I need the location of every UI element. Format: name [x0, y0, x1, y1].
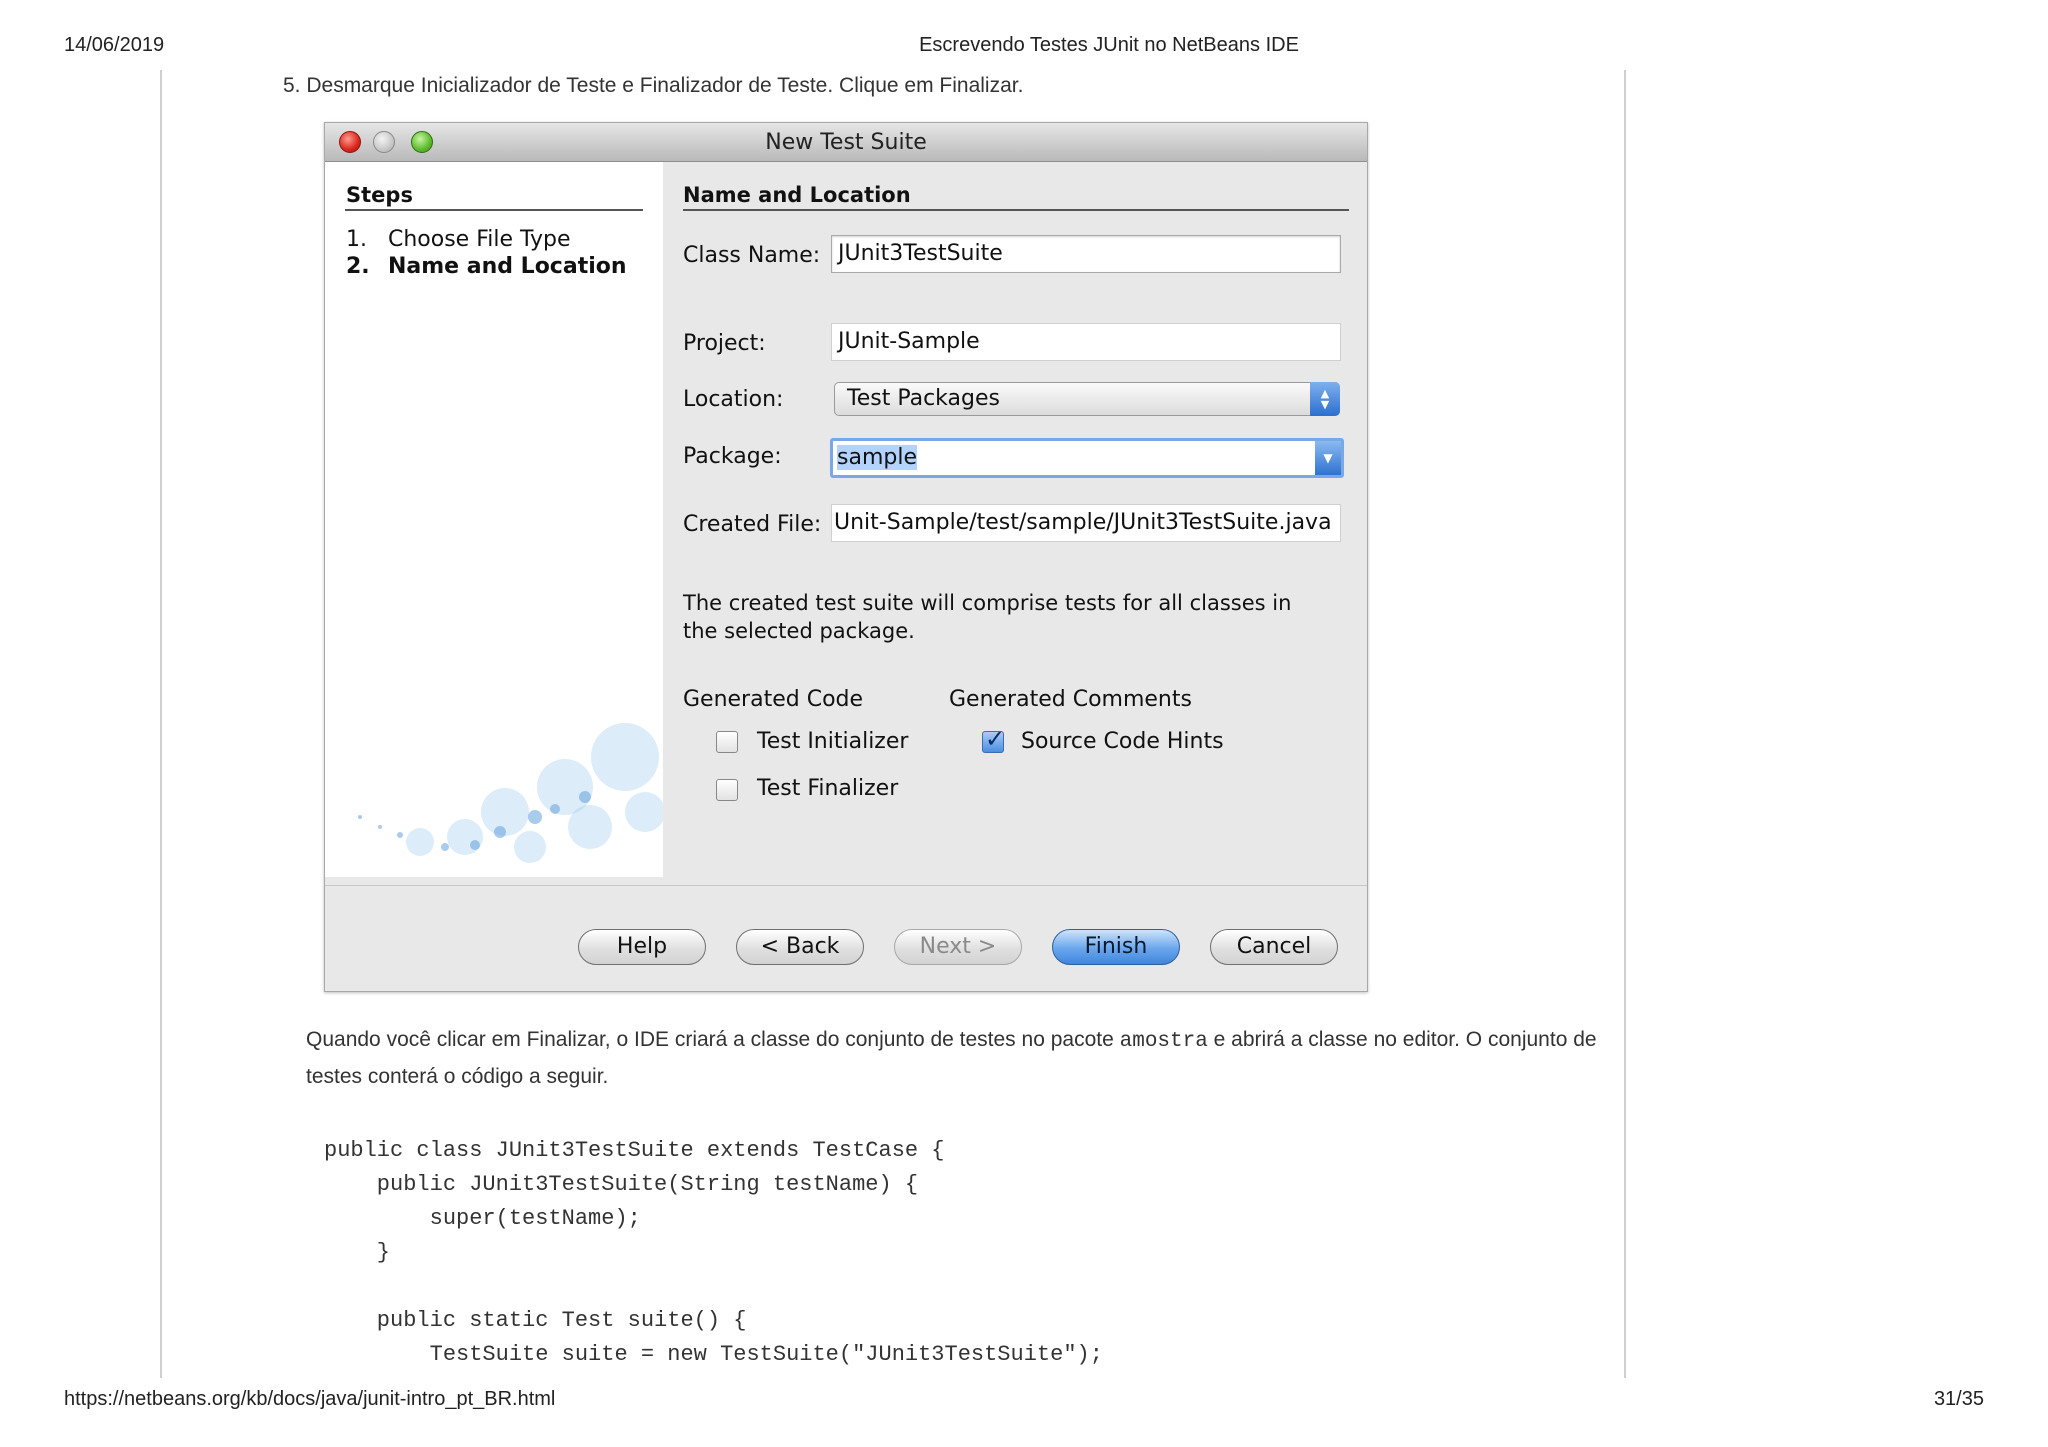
dialog-title: New Test Suite — [765, 130, 927, 155]
location-value: Test Packages — [847, 386, 1000, 411]
test-initializer-label[interactable]: Test Initializer — [757, 729, 908, 754]
steps-panel: Steps 1. Choose File Type 2. Name and Loca… — [325, 162, 663, 877]
finish-button[interactable]: Finish — [1052, 929, 1180, 965]
code-line: super(testName); — [324, 1206, 641, 1231]
generated-comments-heading: Generated Comments — [949, 687, 1192, 712]
location-select[interactable]: Test Packages ▲ ▼ — [834, 382, 1340, 416]
code-line: public static Test suite() { — [324, 1308, 747, 1333]
created-file-label: Created File: — [683, 512, 822, 537]
document-title: Escrevendo Testes JUnit no NetBeans IDE — [919, 34, 1299, 56]
code-line: TestSuite suite = new TestSuite("JUnit3T… — [324, 1342, 1103, 1367]
explanation-paragraph: Quando você clicar em Finalizar, o IDE c… — [306, 1022, 1636, 1094]
code-line: public JUnit3TestSuite(String testName) … — [324, 1172, 919, 1197]
chevron-down-icon[interactable]: ▼ — [1315, 441, 1341, 475]
step-number: 2. — [346, 254, 370, 279]
new-test-suite-dialog: New Test Suite Steps 1. Choose File Type … — [324, 122, 1368, 992]
step-item-name-and-location: 2. Name and Location — [346, 254, 627, 279]
left-divider — [160, 70, 162, 1378]
project-field: JUnit-Sample — [831, 323, 1341, 361]
decorative-bubbles-graphic — [358, 723, 663, 863]
steps-heading: Steps — [346, 183, 413, 207]
paragraph-text-1: Quando você clicar em Finalizar, o IDE c… — [306, 1028, 1120, 1051]
section-heading: Name and Location — [683, 183, 911, 207]
inline-code-amostra: amostra — [1119, 1030, 1208, 1053]
source-code-hints-checkbox[interactable] — [982, 725, 1005, 753]
step-item-choose-file-type: 1. Choose File Type — [346, 227, 571, 252]
instruction-step-5: 5. Desmarque Inicializador de Teste e Fi… — [283, 74, 1024, 97]
class-name-label: Class Name: — [683, 243, 821, 268]
package-label: Package: — [683, 444, 782, 469]
package-value: sample — [837, 445, 917, 470]
package-combobox[interactable]: sample ▼ — [830, 438, 1344, 478]
code-line: } — [324, 1240, 391, 1265]
class-name-field[interactable]: JUnit3TestSuite — [831, 235, 1341, 273]
created-file-field: Unit-Sample/test/sample/JUnit3TestSuite.… — [831, 504, 1341, 542]
section-divider — [683, 209, 1349, 211]
test-finalizer-checkbox[interactable] — [716, 779, 738, 801]
code-line: public class JUnit3TestSuite extends Tes… — [324, 1138, 945, 1163]
description-text: The created test suite will comprise tes… — [683, 591, 1292, 643]
test-initializer-checkbox[interactable] — [716, 731, 738, 753]
generated-code-heading: Generated Code — [683, 687, 864, 712]
back-button[interactable]: < Back — [736, 929, 864, 965]
page-number: 31/35 — [1933, 1388, 1984, 1410]
right-divider — [1624, 70, 1626, 1378]
steps-divider — [345, 209, 643, 211]
project-label: Project: — [683, 331, 766, 356]
dialog-titlebar: New Test Suite — [325, 123, 1367, 162]
location-label: Location: — [683, 387, 784, 412]
source-code-hints-label[interactable]: Source Code Hints — [1021, 729, 1224, 754]
page-url: https://netbeans.org/kb/docs/java/junit-… — [64, 1388, 556, 1410]
step-label: Choose File Type — [388, 227, 571, 252]
test-finalizer-label[interactable]: Test Finalizer — [757, 776, 898, 801]
step-label: Name and Location — [388, 254, 627, 279]
cancel-button[interactable]: Cancel — [1210, 929, 1338, 965]
button-bar-divider — [325, 885, 1367, 886]
up-down-arrows-icon: ▲ ▼ — [1310, 382, 1340, 416]
next-button[interactable]: Next > — [894, 929, 1022, 965]
step-number: 1. — [346, 227, 367, 252]
help-button[interactable]: Help — [578, 929, 706, 965]
